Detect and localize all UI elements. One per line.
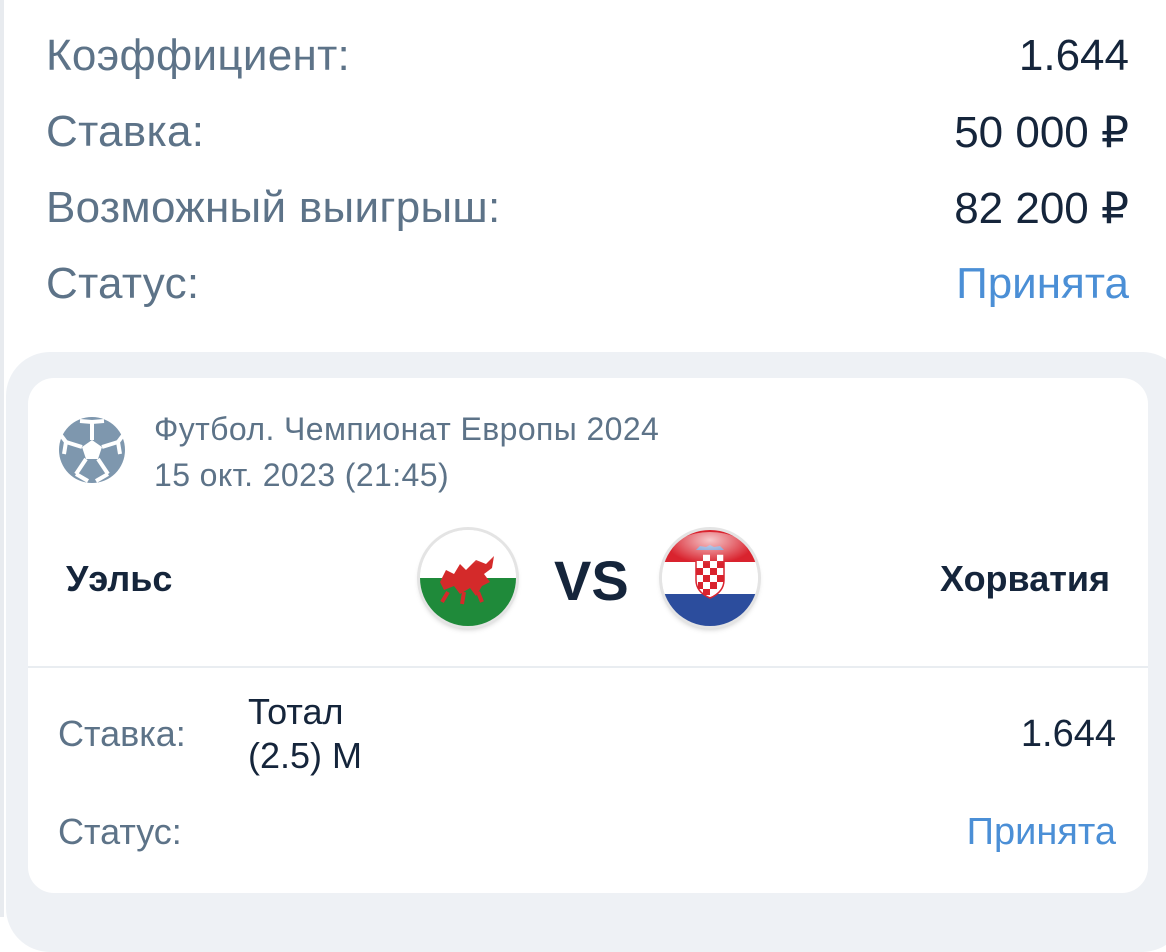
match-teams: Уэльс VS Хорватия	[28, 528, 1148, 628]
card-divider	[28, 666, 1148, 668]
bet-status-value: Принята	[966, 810, 1116, 853]
croatia-flag-icon	[662, 530, 758, 626]
bet-status-label: Статус:	[58, 811, 182, 852]
bet-stake-row: Ставка: Тотал (2.5) М 1.644	[58, 684, 1116, 784]
home-team-name: Уэльс	[66, 558, 173, 599]
stake-row: Ставка: 50 000 ₽	[46, 94, 1129, 170]
soccer-ball-icon	[58, 406, 126, 489]
event-header: Футбол. Чемпионат Европы 2024 15 окт. 20…	[58, 406, 659, 498]
left-edge-strip	[0, 0, 4, 917]
coefficient-label: Коэффициент:	[46, 31, 351, 80]
event-datetime: 15 окт. 2023 (21:45)	[154, 457, 449, 493]
bet-market-name: Тотал (2.5) М	[248, 691, 363, 776]
status-value: Принята	[956, 259, 1129, 308]
vs-label: VS	[554, 549, 629, 612]
coefficient-row: Коэффициент: 1.644	[46, 18, 1129, 94]
away-team-name: Хорватия	[940, 558, 1110, 599]
stake-value: 50 000 ₽	[954, 107, 1129, 157]
coefficient-value: 1.644	[1018, 31, 1129, 80]
possible-win-label: Возможный выигрыш:	[46, 183, 501, 232]
event-card[interactable]: Футбол. Чемпионат Европы 2024 15 окт. 20…	[28, 378, 1148, 893]
possible-win-value: 82 200 ₽	[954, 183, 1129, 233]
wales-flag-icon	[420, 530, 516, 626]
possible-win-row: Возможный выигрыш: 82 200 ₽	[46, 170, 1129, 246]
bet-status-row: Статус: Принята	[58, 802, 1116, 862]
tournament-name: Футбол. Чемпионат Европы 2024	[154, 411, 660, 447]
bet-stake-label: Ставка:	[58, 713, 186, 754]
stake-label: Ставка:	[46, 107, 205, 156]
status-label: Статус:	[46, 259, 200, 308]
bet-summary: Коэффициент: 1.644 Ставка: 50 000 ₽ Возм…	[46, 18, 1129, 322]
event-info: Футбол. Чемпионат Европы 2024 15 окт. 20…	[154, 406, 659, 498]
bet-coefficient: 1.644	[1020, 712, 1116, 755]
status-row: Статус: Принята	[46, 246, 1129, 322]
